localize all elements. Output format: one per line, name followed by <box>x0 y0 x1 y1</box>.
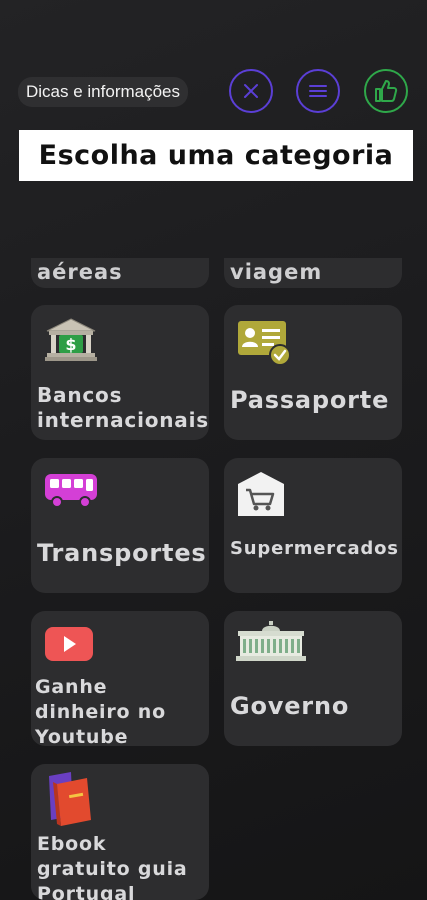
category-label: Ebook gratuito guia Portugal <box>37 833 188 900</box>
youtube-icon <box>45 627 93 661</box>
category-card-viagem[interactable]: viagem <box>224 258 402 288</box>
category-label: Passaporte <box>230 386 390 414</box>
category-label: Bancos internacionais <box>37 383 209 432</box>
id-card-icon <box>238 321 291 366</box>
category-card-youtube[interactable]: Ganhe dinheiro no Youtube <box>31 611 209 746</box>
category-card-bancos[interactable]: $ Bancos internacionais <box>31 305 209 440</box>
category-label: Supermercados <box>230 538 399 559</box>
book-icon <box>49 772 91 826</box>
tips-info-button[interactable]: Dicas e informações <box>18 77 189 107</box>
close-button[interactable] <box>229 69 273 113</box>
menu-button[interactable] <box>296 69 340 113</box>
close-icon <box>244 84 258 98</box>
category-card-transportes[interactable]: Transportes <box>31 458 209 593</box>
category-card-passaporte[interactable]: Passaporte <box>224 305 402 440</box>
category-card-aereas[interactable]: aéreas <box>31 258 209 288</box>
svg-text:$: $ <box>65 335 76 354</box>
bus-icon <box>45 474 97 508</box>
category-label: viagem <box>230 260 323 284</box>
menu-icon <box>309 85 327 97</box>
category-grid: aéreas viagem $ Bancos internacionais Pa… <box>0 258 427 900</box>
category-label: aéreas <box>37 260 123 284</box>
page-title: Escolha uma categoria <box>19 130 413 181</box>
government-building-icon <box>236 621 306 661</box>
top-bar: Dicas e informações <box>0 0 427 130</box>
category-card-ebook[interactable]: Ebook gratuito guia Portugal <box>31 764 209 900</box>
category-card-governo[interactable]: Governo <box>224 611 402 746</box>
category-card-supermercados[interactable]: Supermercados <box>224 458 402 593</box>
bank-icon: $ <box>45 318 97 361</box>
shopping-cart-icon <box>238 472 284 516</box>
category-label: Governo <box>230 692 350 720</box>
like-button[interactable] <box>364 69 408 113</box>
category-label: Ganhe dinheiro no Youtube <box>35 676 166 746</box>
category-label: Transportes <box>37 539 207 567</box>
thumbs-up-icon <box>375 80 398 102</box>
